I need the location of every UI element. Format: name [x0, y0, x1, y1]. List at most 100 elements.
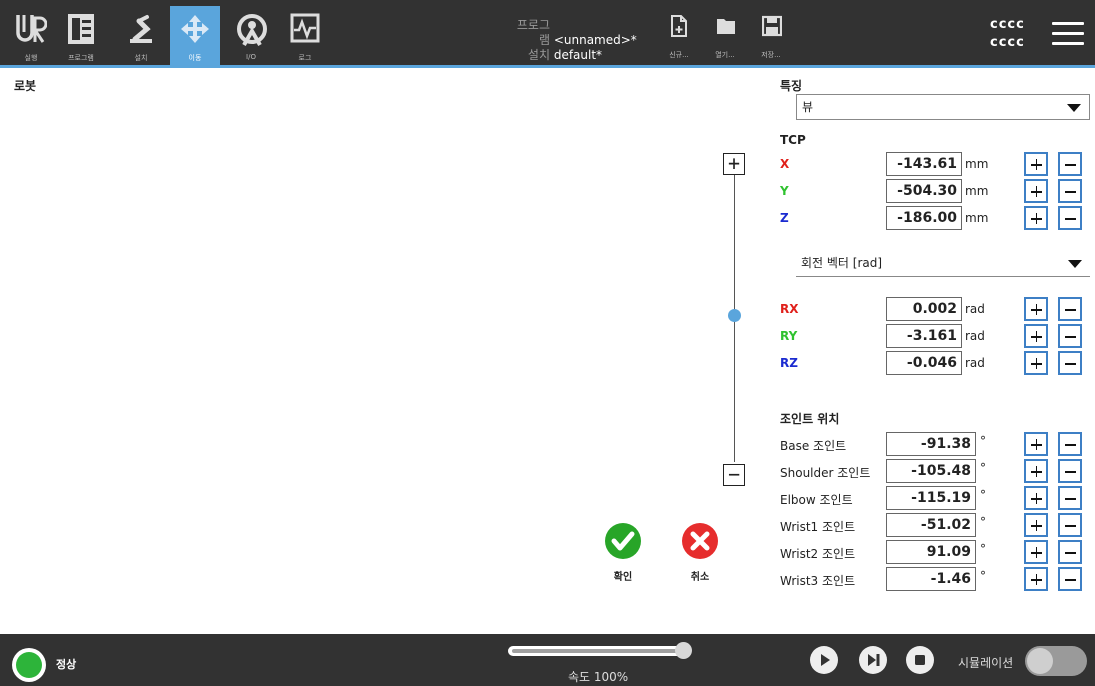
- tcp-title: TCP: [780, 133, 806, 147]
- speed-label: 속도 100%: [568, 670, 629, 684]
- joint-shoulder-field[interactable]: -105.48: [886, 459, 976, 483]
- joint-wrist2-minus-button[interactable]: [1058, 540, 1082, 564]
- joint-wrist3-label: Wrist3 조인트: [780, 574, 856, 588]
- rot-rz-minus-button[interactable]: [1058, 351, 1082, 375]
- rot-rz-field[interactable]: -0.046: [886, 351, 962, 375]
- speed-slider-knob[interactable]: [675, 642, 692, 659]
- rot-rx-field[interactable]: 0.002: [886, 297, 962, 321]
- joint-wrist2-plus-button[interactable]: [1024, 540, 1048, 564]
- tcp-z-unit: mm: [965, 211, 989, 225]
- nav-program-button[interactable]: 프로그램: [56, 6, 106, 65]
- joint-shoulder-label: Shoulder 조인트: [780, 466, 871, 480]
- confirm-button[interactable]: [605, 523, 641, 559]
- tcp-y-unit: mm: [965, 184, 989, 198]
- move-arrows-icon: [181, 15, 209, 43]
- nav-io-button[interactable]: I/O: [226, 6, 276, 65]
- program-key: 프로그램: [516, 18, 550, 47]
- joint-elbow-plus-button[interactable]: [1024, 486, 1048, 510]
- tcp-x-plus-button[interactable]: [1024, 152, 1048, 176]
- save-file-button[interactable]: 저장...: [748, 14, 794, 62]
- nav-log-label: 로그: [298, 54, 312, 62]
- rot-rx-unit: rad: [965, 302, 985, 316]
- polyscope-window: 실행 프로그램 설치 이동 I/O 로그 프로그램 <unnamed>* 설치 …: [0, 0, 1095, 686]
- user-line-2: cccc: [990, 35, 1025, 50]
- joint-shoulder-minus-button[interactable]: [1058, 459, 1082, 483]
- joint-shoulder-plus-button[interactable]: [1024, 459, 1048, 483]
- new-file-label: 신규...: [669, 51, 689, 59]
- rot-rx-minus-button[interactable]: [1058, 297, 1082, 321]
- nav-log-button[interactable]: 로그: [280, 6, 330, 65]
- step-button[interactable]: [859, 646, 887, 674]
- cancel-button[interactable]: [682, 523, 718, 559]
- chevron-down-icon: [1067, 104, 1081, 112]
- zoom-in-button[interactable]: +: [723, 153, 745, 175]
- joint-shoulder-unit: °: [980, 461, 986, 475]
- new-file-icon: [671, 15, 687, 37]
- tcp-y-field[interactable]: -504.30: [886, 179, 962, 203]
- joint-elbow-label: Elbow 조인트: [780, 493, 853, 507]
- tcp-x-field[interactable]: -143.61: [886, 152, 962, 176]
- joint-wrist3-minus-button[interactable]: [1058, 567, 1082, 591]
- zoom-out-button[interactable]: −: [723, 464, 745, 486]
- tcp-z-plus-button[interactable]: [1024, 206, 1048, 230]
- nav-installation-label: 설치: [134, 54, 148, 62]
- feature-dropdown[interactable]: 뷰: [796, 94, 1090, 120]
- rot-rz-plus-button[interactable]: [1024, 351, 1048, 375]
- open-file-label: 열기...: [715, 51, 735, 59]
- step-icon: [868, 654, 880, 666]
- rot-rx-plus-button[interactable]: [1024, 297, 1048, 321]
- nav-move-label: 이동: [188, 54, 202, 62]
- rot-rz-unit: rad: [965, 356, 985, 370]
- program-info: 프로그램 <unnamed>* 설치 default*: [508, 18, 637, 63]
- rot-ry-field[interactable]: -3.161: [886, 324, 962, 348]
- joint-base-field[interactable]: -91.38: [886, 432, 976, 456]
- joint-wrist2-unit: °: [980, 542, 986, 556]
- tcp-z-minus-button[interactable]: [1058, 206, 1082, 230]
- play-button[interactable]: [810, 646, 838, 674]
- rot-ry-label: RY: [780, 329, 798, 343]
- stop-button[interactable]: [906, 646, 934, 674]
- tcp-x-minus-button[interactable]: [1058, 152, 1082, 176]
- nav-installation-button[interactable]: 설치: [116, 6, 166, 65]
- nav-run-label: 실행: [24, 54, 38, 62]
- ur-logo-icon: [16, 15, 47, 43]
- robot-status-text: 정상: [56, 658, 77, 671]
- new-file-button[interactable]: 신규...: [656, 14, 702, 62]
- joint-wrist2-field[interactable]: 91.09: [886, 540, 976, 564]
- stop-icon: [915, 655, 925, 665]
- joint-elbow-unit: °: [980, 488, 986, 502]
- tcp-y-minus-button[interactable]: [1058, 179, 1082, 203]
- cancel-label: 취소: [690, 572, 710, 583]
- nav-io-label: I/O: [246, 53, 256, 61]
- tcp-x-unit: mm: [965, 157, 989, 171]
- feature-dropdown-value: 뷰: [802, 100, 814, 114]
- joint-wrist1-plus-button[interactable]: [1024, 513, 1048, 537]
- checkmark-icon: [605, 523, 641, 559]
- speed-slider-fill: [512, 649, 680, 653]
- joint-elbow-field[interactable]: -115.19: [886, 486, 976, 510]
- rotation-dropdown[interactable]: 회전 벡터 [rad]: [796, 251, 1090, 277]
- joint-wrist3-unit: °: [980, 569, 986, 583]
- open-file-button[interactable]: 열기...: [702, 14, 748, 62]
- joint-elbow-minus-button[interactable]: [1058, 486, 1082, 510]
- joint-base-plus-button[interactable]: [1024, 432, 1048, 456]
- user-line-1: cccc: [990, 17, 1025, 32]
- nav-move-button[interactable]: 이동: [170, 6, 220, 65]
- tcp-y-plus-button[interactable]: [1024, 179, 1048, 203]
- joint-wrist3-plus-button[interactable]: [1024, 567, 1048, 591]
- nav-program-label: 프로그램: [68, 54, 94, 62]
- program-name: <unnamed>*: [553, 33, 637, 47]
- joint-wrist3-field[interactable]: -1.46: [886, 567, 976, 591]
- joint-base-unit: °: [980, 434, 986, 448]
- joint-base-minus-button[interactable]: [1058, 432, 1082, 456]
- joint-base-label: Base 조인트: [780, 439, 847, 453]
- rot-ry-minus-button[interactable]: [1058, 324, 1082, 348]
- joint-wrist1-field[interactable]: -51.02: [886, 513, 976, 537]
- joint-wrist1-minus-button[interactable]: [1058, 513, 1082, 537]
- status-ok-indicator: [16, 652, 42, 678]
- zoom-slider-knob[interactable]: [728, 309, 741, 322]
- hamburger-menu-icon[interactable]: [1052, 22, 1084, 46]
- nav-run-button[interactable]: 실행: [6, 6, 56, 65]
- rot-ry-plus-button[interactable]: [1024, 324, 1048, 348]
- tcp-z-field[interactable]: -186.00: [886, 206, 962, 230]
